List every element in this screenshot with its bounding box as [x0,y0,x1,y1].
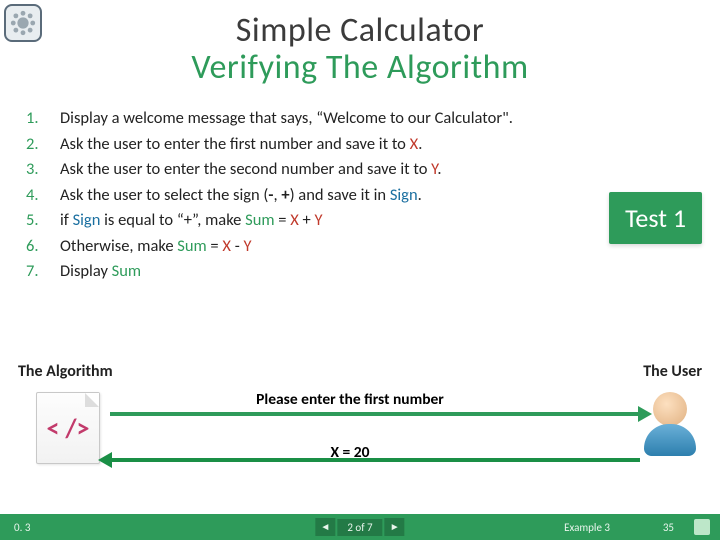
step-text: if Sign is equal to “+”, make Sum = X + … [60,208,323,234]
algorithm-step: 4.Ask the user to select the sign (-, +)… [26,183,700,209]
io-prompt: Please enter the first number [50,390,650,409]
step-number: 7. [26,259,60,285]
step-number: 2. [26,132,60,158]
app-logo-icon [4,4,42,42]
arrow-to-user-icon [110,412,640,416]
step-text: Ask the user to select the sign (-, +) a… [60,183,422,209]
footer-page-number: 35 [663,521,674,534]
algorithm-step: 2.Ask the user to enter the first number… [26,132,700,158]
step-text: Ask the user to enter the second number … [60,157,441,183]
prev-step-button[interactable]: ◄ [315,518,335,536]
label-algorithm: The Algorithm [18,362,113,381]
footer-nav: ◄ 2 of 7 ► [315,518,404,536]
step-indicator: 2 of 7 [337,519,382,536]
step-text: Ask the user to enter the first number a… [60,132,422,158]
algorithm-step: 7.Display Sum [26,259,700,285]
algorithm-step: 3.Ask the user to enter the second numbe… [26,157,700,183]
slide-title: Simple Calculator [0,10,720,51]
user-avatar-icon [642,392,698,462]
slide-subtitle: Verifying The Algorithm [0,47,720,88]
arrow-to-algorithm-icon [110,458,640,462]
next-step-button[interactable]: ► [385,518,405,536]
exit-button[interactable]: ⶿ [694,519,710,535]
algorithm-step: 5.if Sign is equal to “+”, make Sum = X … [26,208,700,234]
io-exchange: Please enter the first number X = 20 [50,386,650,466]
footer-example: Example 3 [564,521,610,534]
label-user: The User [643,362,702,381]
footer-version: 0. 3 [0,521,30,534]
algorithm-steps: 1.Display a welcome message that says, “… [26,106,700,285]
test-badge: Test 1 [609,192,702,244]
algorithm-step: 1.Display a welcome message that says, “… [26,106,700,132]
step-number: 5. [26,208,60,234]
step-text: Otherwise, make Sum = X - Y [60,234,252,260]
footer-bar: 0. 3 ◄ 2 of 7 ► Example 3 35 ⶿ [0,514,720,540]
algorithm-step: 6.Otherwise, make Sum = X - Y [26,234,700,260]
step-number: 1. [26,106,60,132]
step-number: 6. [26,234,60,260]
step-text: Display a welcome message that says, “We… [60,106,513,132]
step-text: Display Sum [60,259,141,285]
step-number: 3. [26,157,60,183]
step-number: 4. [26,183,60,209]
